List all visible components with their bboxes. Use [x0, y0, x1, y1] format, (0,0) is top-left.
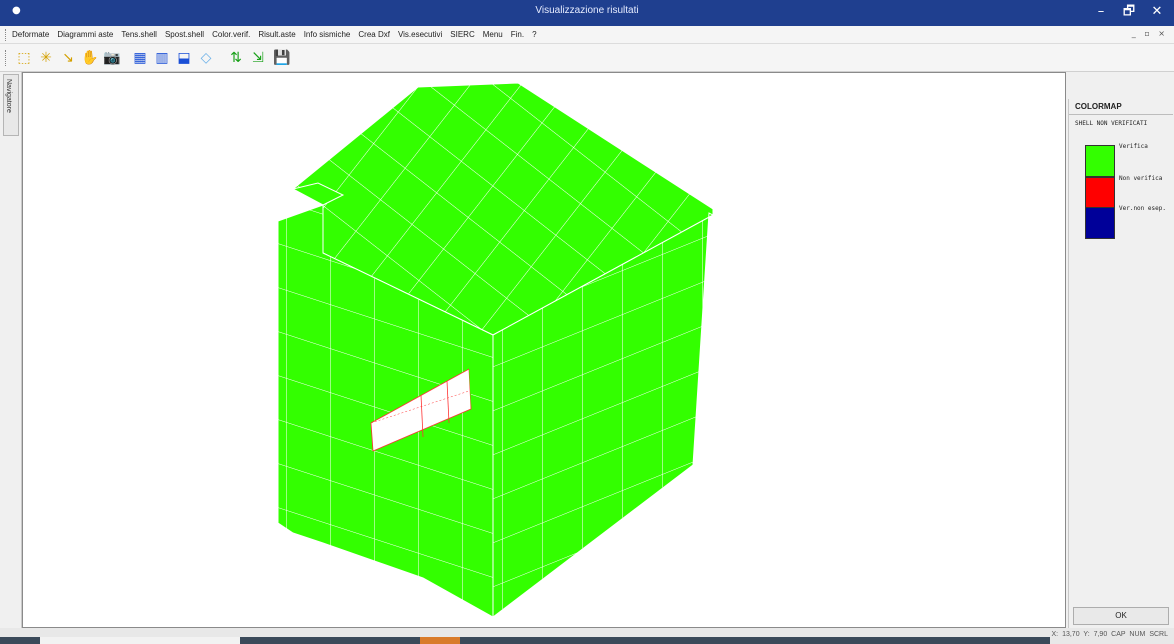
panel-divider — [1069, 114, 1173, 115]
colormap-subtitle: SHELL NON VERIFICATI — [1075, 120, 1148, 127]
colormap-panel: COLORMAP SHELL NON VERIFICATI Verifica No… — [1068, 99, 1173, 628]
view-side-icon[interactable]: ▥ — [152, 49, 172, 67]
colormap-label-0: Verifica — [1119, 143, 1148, 150]
menu-item-tens-shell[interactable]: Tens.shell — [121, 28, 157, 41]
menu-item-fin[interactable]: Fin. — [511, 28, 524, 41]
navigator-tab-label: Navigatore — [5, 79, 12, 113]
scale-icon[interactable]: ⇅ — [226, 49, 246, 67]
menu-item-[interactable]: ? — [532, 28, 536, 41]
colormap-swatch-1 — [1085, 177, 1115, 209]
menu-item-info-sismiche[interactable]: Info sismiche — [304, 28, 351, 41]
colormap-swatch-2 — [1085, 207, 1115, 239]
window-title: Visualizzazione risultati — [535, 5, 639, 16]
menu-item-deformate[interactable]: Deformate — [12, 28, 49, 41]
menu-item-spost-shell[interactable]: Spost.shell — [165, 28, 204, 41]
zoom-window-icon[interactable]: ⬚ — [14, 49, 34, 67]
pan-icon[interactable]: ✋ — [80, 49, 100, 67]
menu-item-vis-esecutivi[interactable]: Vis.esecutivi — [398, 28, 442, 41]
camera-icon[interactable]: 📷 — [102, 49, 122, 67]
menu-item-risult-aste[interactable]: Risult.aste — [258, 28, 295, 41]
close-button[interactable]: ✕ — [1144, 2, 1170, 22]
toolbar: ⬚ ✳ ↘ ✋ 📷 ▦ ▥ ⬓ ◇ ⇅ ⇲ 💾 — [0, 44, 1174, 72]
restore-button[interactable]: 🗗 — [1116, 2, 1142, 22]
save-icon[interactable]: 💾 — [272, 49, 292, 67]
menu-item-menu[interactable]: Menu — [483, 28, 503, 41]
zoom-extents-icon[interactable]: ↘ — [58, 49, 78, 67]
zoom-all-icon[interactable]: ✳ — [36, 49, 56, 67]
num-indicator: NUM — [1129, 631, 1146, 638]
mdi-controls[interactable]: _ ▫ × — [1132, 29, 1168, 38]
minimize-button[interactable]: – — [1088, 2, 1114, 22]
view-3d-icon[interactable]: ⬓ — [174, 49, 194, 67]
menu-item-diagrammi-aste[interactable]: Diagrammi aste — [57, 28, 113, 41]
ok-button[interactable]: OK — [1073, 607, 1169, 625]
toolbar-grip[interactable] — [5, 50, 8, 66]
menu-item-sierc[interactable]: SIERC — [450, 28, 474, 41]
menubar-grip[interactable] — [5, 29, 8, 41]
app-window: ● Visualizzazione risultati – 🗗 ✕ Deform… — [0, 0, 1174, 644]
colormap-label-1: Non verifica — [1119, 175, 1163, 182]
view-front-icon[interactable]: ▦ — [130, 49, 150, 67]
cap-indicator: CAP — [1111, 631, 1126, 638]
navigator-tab[interactable]: Navigatore — [3, 74, 19, 136]
menu-item-color-verif[interactable]: Color.verif. — [212, 28, 250, 41]
colormap-title: COLORMAP — [1075, 102, 1122, 111]
off-view-icon[interactable]: ◇ — [196, 49, 216, 67]
shell-model-render — [277, 82, 715, 619]
model-viewport[interactable] — [22, 72, 1066, 628]
scrl-indicator: SCRL — [1149, 631, 1168, 638]
status-indicators: X: 13,70 Y: 7,90 CAP NUM SCRL — [1052, 631, 1168, 638]
menu-items: Deformate Diagrammi aste Tens.shell Spost.s… — [12, 28, 537, 41]
colormap-swatch-0 — [1085, 145, 1115, 177]
navigator-strip: Navigatore — [0, 72, 22, 628]
taskbar-strip — [0, 637, 1050, 644]
title-bar: ● Visualizzazione risultati – 🗗 ✕ — [0, 0, 1174, 26]
coordinates-readout: X: 13,70 Y: 7,90 — [1051, 631, 1108, 638]
colormap-label-2: Ver.non esep. — [1119, 205, 1166, 212]
menu-bar: Deformate Diagrammi aste Tens.shell Spost.s… — [0, 26, 1174, 44]
menu-item-crea-dxf[interactable]: Crea Dxf — [358, 28, 390, 41]
export-icon[interactable]: ⇲ — [248, 49, 268, 67]
